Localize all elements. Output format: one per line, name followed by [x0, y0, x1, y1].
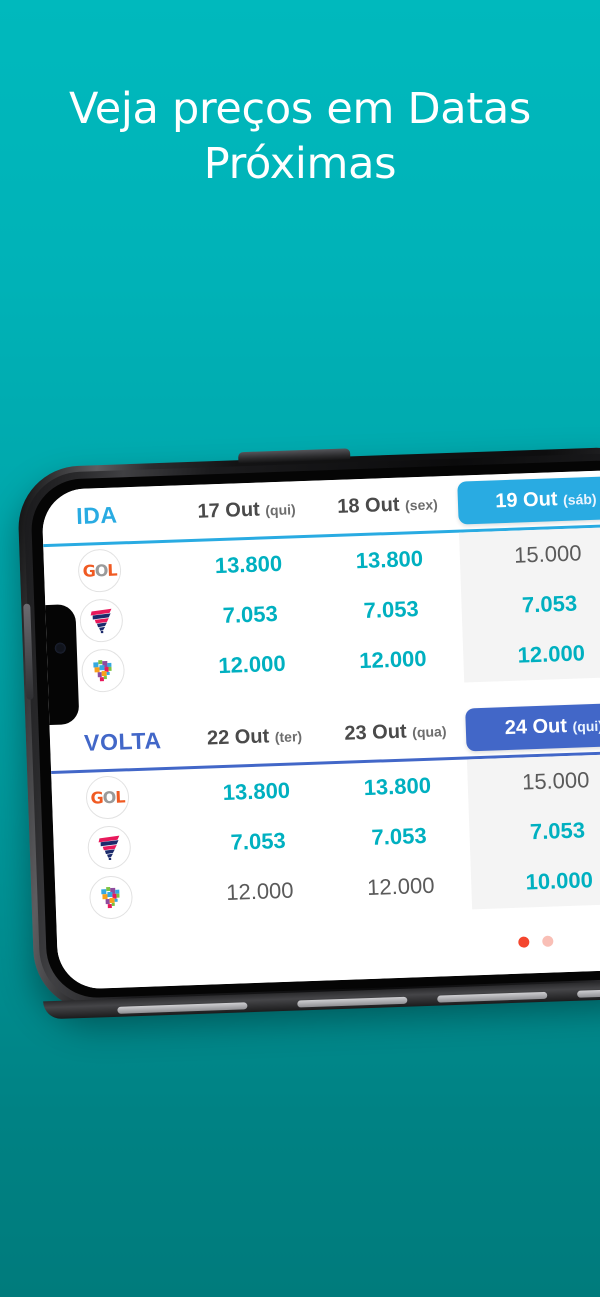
ida-price-grid: GOL 13.800 13.800 15.000 7.053 7.053 7.0… [43, 526, 600, 697]
volta-price-2-0[interactable]: 12.000 [189, 876, 331, 907]
volta-date-2-dow: (qui) [572, 717, 600, 735]
volta-price-0-2[interactable]: 15.000 [467, 765, 600, 797]
volta-price-0-0[interactable]: 13.800 [186, 776, 328, 807]
ida-price-1-0[interactable]: 7.053 [179, 599, 321, 630]
volta-price-2-1[interactable]: 12.000 [330, 871, 472, 902]
gol-logo-icon: GOL [85, 774, 130, 820]
front-camera-icon [54, 642, 66, 654]
ida-row-0-airline: GOL [77, 546, 178, 593]
headline-line-2: Próximas [203, 138, 397, 189]
volta-date-1-day: 23 Out [344, 720, 408, 745]
volta-price-2-2[interactable]: 10.000 [471, 865, 600, 897]
volta-price-1-1[interactable]: 7.053 [328, 821, 470, 852]
ida-row-1-airline [79, 596, 180, 643]
headline-line-1: Veja preços em Datas [68, 84, 532, 134]
ida-date-2-selected[interactable]: 19 Out (sáb) [457, 474, 600, 525]
volta-date-0-day: 22 Out [206, 724, 270, 750]
volta-row-2-airline [88, 873, 190, 920]
volta-date-2-day: 24 Out [504, 714, 568, 739]
ida-date-0-dow: (qui) [265, 500, 296, 518]
app-screen: IDA 17 Out (qui) 18 Out (sex) 19 Out (sá… [41, 469, 600, 990]
latam-logo-icon [87, 824, 132, 870]
ida-price-1-2[interactable]: 7.053 [461, 588, 600, 620]
azul-logo-icon [80, 647, 126, 693]
volta-price-1-2[interactable]: 7.053 [469, 815, 600, 847]
latam-logo-icon [79, 597, 124, 643]
ida-date-1-day: 18 Out [336, 493, 400, 518]
phone-notch [45, 604, 80, 726]
section-volta: VOLTA 22 Out (ter) 23 Out (qua) 24 Out (… [49, 696, 600, 924]
ida-price-1-1[interactable]: 7.053 [320, 595, 462, 626]
ida-date-1-dow: (sex) [404, 495, 439, 513]
ida-label: IDA [75, 501, 119, 529]
ida-price-0-2[interactable]: 15.000 [459, 538, 600, 570]
ida-price-2-1[interactable]: 12.000 [322, 645, 464, 676]
volta-date-0[interactable]: 22 Out (ter) [184, 723, 326, 751]
pagination-dot-inactive[interactable] [542, 935, 554, 947]
ida-price-0-1[interactable]: 13.800 [319, 545, 461, 576]
volta-date-2-selected[interactable]: 24 Out (qui) [465, 701, 600, 751]
pagination-dot-active[interactable] [518, 936, 530, 948]
volta-price-0-1[interactable]: 13.800 [326, 771, 468, 802]
section-ida: IDA 17 Out (qui) 18 Out (sex) 19 Out (sá… [41, 469, 600, 697]
phone-screen: IDA 17 Out (qui) 18 Out (sex) 19 Out (sá… [41, 469, 600, 990]
ida-date-0[interactable]: 17 Out (qui) [176, 496, 318, 524]
ida-date-0-day: 17 Out [197, 498, 261, 523]
ida-date-2-dow: (sáb) [562, 490, 597, 508]
ida-price-2-0[interactable]: 12.000 [181, 649, 323, 680]
ida-price-2-2[interactable]: 12.000 [463, 638, 600, 670]
volta-price-1-0[interactable]: 7.053 [187, 826, 329, 857]
volta-row-1-airline [87, 823, 188, 870]
volta-price-grid: GOL 13.800 13.800 15.000 7.053 7.053 7.0… [51, 753, 600, 924]
gol-logo-icon: GOL [77, 547, 122, 593]
azul-logo-icon [88, 874, 134, 920]
volta-row-0-airline: GOL [85, 773, 186, 820]
ida-row-2-airline [80, 646, 182, 693]
volta-date-0-dow: (ter) [274, 727, 303, 745]
carousel-pagination [518, 935, 554, 948]
ida-date-2-day: 19 Out [494, 487, 558, 512]
volta-label: VOLTA [83, 726, 163, 756]
ida-date-1[interactable]: 18 Out (sex) [317, 491, 459, 519]
volta-date-1[interactable]: 23 Out (qua) [325, 718, 467, 746]
ida-price-0-0[interactable]: 13.800 [178, 550, 320, 581]
promo-headline: Veja preços em Datas Próximas [0, 82, 600, 191]
volta-date-1-dow: (qua) [411, 722, 447, 740]
phone-mockup: IDA 17 Out (qui) 18 Out (sex) 19 Out (sá… [0, 432, 600, 1035]
